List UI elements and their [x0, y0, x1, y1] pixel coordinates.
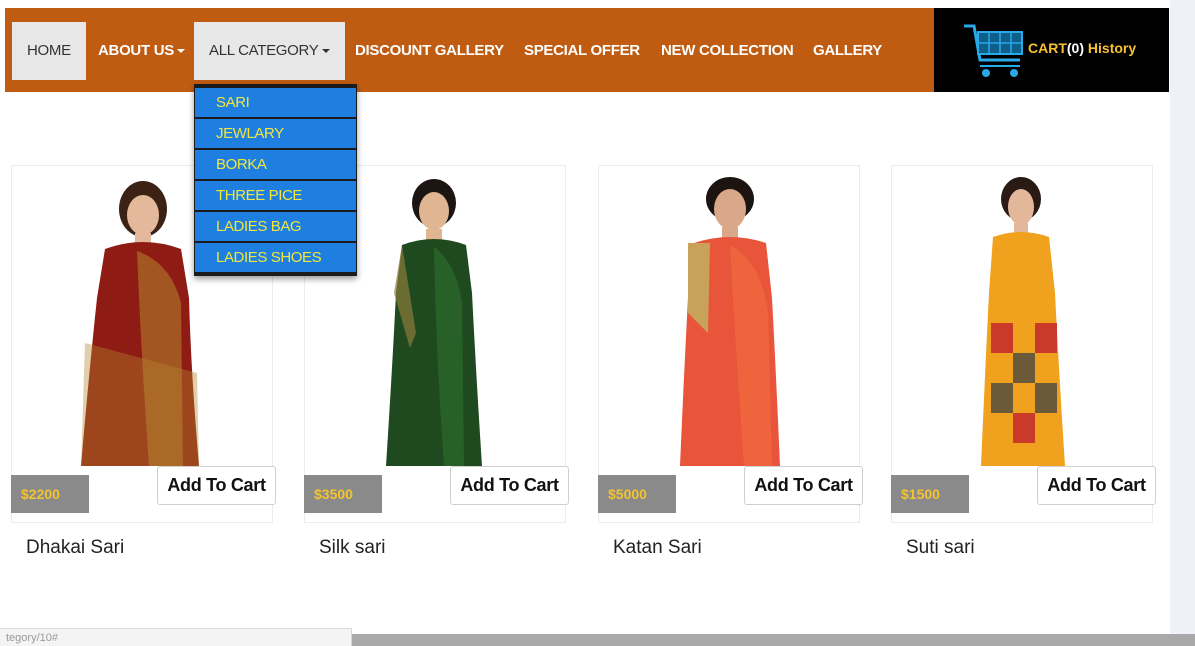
dropdown-item-jewlary[interactable]: JEWLARY [195, 119, 356, 148]
dropdown-item-ladies-shoes[interactable]: LADIES SHOES [195, 243, 356, 272]
product-image[interactable] [71, 173, 211, 466]
dropdown-item-sari[interactable]: SARI [195, 88, 356, 117]
product-image[interactable] [364, 173, 504, 466]
caret-down-icon [321, 49, 330, 54]
product-price: $5000 [598, 475, 676, 513]
nav-new-collection[interactable]: NEW COLLECTION [661, 22, 794, 80]
product-name[interactable]: Suti sari [906, 537, 975, 559]
product-image[interactable] [951, 173, 1091, 466]
add-to-cart-button[interactable]: Add To Cart [450, 466, 569, 505]
caret-down-icon [176, 49, 185, 54]
cart-link[interactable]: CART(0) History [1028, 40, 1136, 56]
main-navbar: HOME ABOUT US ALL CATEGORY DISCOUNT GALL… [5, 8, 934, 92]
dropdown-item-borka[interactable]: BORKA [195, 150, 356, 179]
dropdown-item-ladies-bag[interactable]: LADIES BAG [195, 212, 356, 241]
product-price: $3500 [304, 475, 382, 513]
nav-discount-gallery-label: DISCOUNT GALLERY [355, 42, 504, 59]
cart-label: CART [1028, 40, 1067, 56]
product-name[interactable]: Dhakai Sari [26, 537, 124, 559]
product-price: $1500 [891, 475, 969, 513]
nav-home[interactable]: HOME [12, 22, 86, 80]
nav-discount-gallery[interactable]: DISCOUNT GALLERY [355, 22, 504, 80]
nav-new-collection-label: NEW COLLECTION [661, 42, 794, 59]
nav-about-us-label: ABOUT US [98, 42, 174, 59]
dropdown-item-three-pice[interactable]: THREE PICE [195, 181, 356, 210]
nav-gallery-label: GALLERY [813, 42, 883, 59]
nav-special-offer-label: SPECIAL OFFER [524, 42, 640, 59]
add-to-cart-button[interactable]: Add To Cart [744, 466, 863, 505]
cart-count: (0) [1066, 40, 1085, 56]
product-name[interactable]: Katan Sari [613, 537, 702, 559]
nav-all-category-label: ALL CATEGORY [209, 42, 319, 59]
page-scroll-track [1170, 0, 1195, 634]
cart-panel[interactable]: CART(0) History [934, 8, 1169, 92]
status-bar-url: tegory/10# [0, 628, 352, 646]
product-price: $2200 [11, 475, 89, 513]
nav-home-label: HOME [27, 42, 71, 59]
add-to-cart-button[interactable]: Add To Cart [1037, 466, 1156, 505]
nav-gallery[interactable]: GALLERY [813, 22, 882, 80]
shopping-cart-icon[interactable] [962, 20, 1028, 80]
category-dropdown-menu: SARI JEWLARY BORKA THREE PICE LADIES BAG… [194, 84, 357, 276]
product-name[interactable]: Silk sari [319, 537, 386, 559]
nav-special-offer[interactable]: SPECIAL OFFER [524, 22, 640, 80]
add-to-cart-button[interactable]: Add To Cart [157, 466, 276, 505]
nav-about-us[interactable]: ABOUT US [98, 22, 185, 80]
cart-history-link[interactable]: History [1088, 40, 1136, 56]
nav-all-category[interactable]: ALL CATEGORY [194, 22, 345, 80]
product-image[interactable] [658, 173, 798, 466]
